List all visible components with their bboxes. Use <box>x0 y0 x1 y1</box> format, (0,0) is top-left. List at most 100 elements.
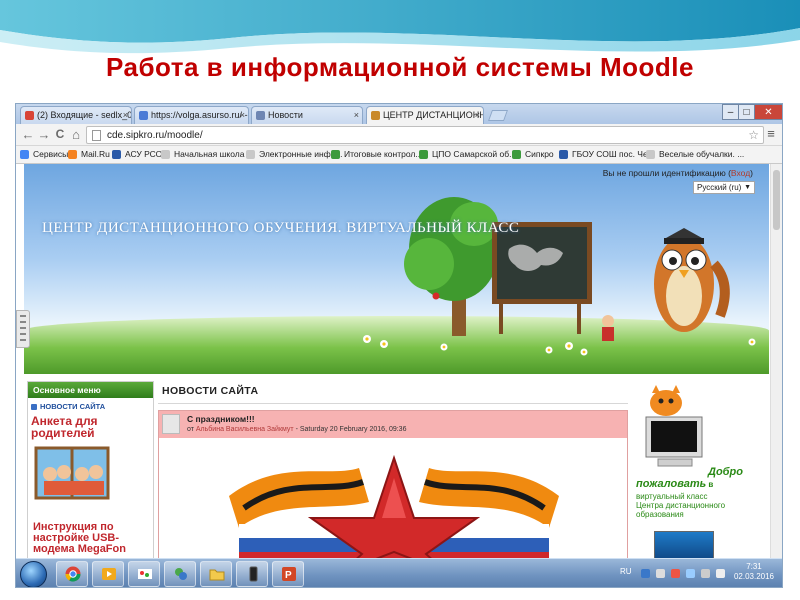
site-news-section: НОВОСТИ САЙТА С праздником!!! от Альбина… <box>158 381 628 558</box>
language-value: Русский (ru) <box>697 183 742 192</box>
new-tab-button[interactable] <box>487 110 509 121</box>
usb-modem-instruction-link[interactable]: Инструкция по настройке USB-модема MegaF… <box>30 522 150 555</box>
taskbar-messenger[interactable] <box>164 561 196 587</box>
welcome-block: Добро пожаловать в виртуальный класс Цен… <box>634 381 769 558</box>
browser-menu-button[interactable]: ≡ <box>764 127 778 143</box>
tray-arrow-icon[interactable] <box>656 569 665 578</box>
back-button[interactable]: ← <box>20 127 36 143</box>
page-icon <box>246 150 255 159</box>
tab-asurso[interactable]: https://volga.asurso.ru/ -- × <box>134 106 249 124</box>
bookmark-label: Веселые обучалки. ... <box>659 149 745 159</box>
flag-icon[interactable] <box>671 569 680 578</box>
post-meta-prefix: от <box>187 426 196 433</box>
tab-moodle-center[interactable]: ЦЕНТР ДИСТАНЦИОННОГ × <box>366 106 484 125</box>
reload-button[interactable]: C <box>52 127 68 143</box>
navigation-bar: ← → C ⌂ cde.sipkro.ru/moodle/ ☆ ≡ <box>16 124 782 146</box>
powerpoint-icon: P <box>282 567 296 581</box>
battery-icon[interactable] <box>701 569 710 578</box>
volume-icon[interactable] <box>716 569 725 578</box>
clock-time: 7:31 <box>746 562 762 571</box>
taskbar-phone[interactable] <box>236 561 268 587</box>
divider <box>158 403 628 404</box>
login-status-close: ) <box>750 168 753 178</box>
bookmark-star-icon[interactable]: ☆ <box>748 128 759 142</box>
taskbar-paint[interactable] <box>128 561 160 587</box>
start-button[interactable] <box>20 561 47 587</box>
login-status-text: Вы не прошли идентификацию ( <box>602 168 731 178</box>
welcome-description: виртуальный класс Центра дистанционного … <box>636 492 766 519</box>
asu-rso-icon <box>112 150 121 159</box>
post-meta: от Альбина Васильевна Зайкмут - Saturday… <box>187 426 406 433</box>
holiday-star-image <box>229 454 559 558</box>
bookmark-label: Сипкро <box>525 149 554 159</box>
bookmark-services[interactable]: Сервисы <box>20 149 68 159</box>
taskbar-chrome[interactable] <box>56 561 88 587</box>
chrome-icon <box>65 566 81 582</box>
scrollbar-thumb[interactable] <box>773 170 780 230</box>
bookmark-label: ЦПО Самарской об... <box>432 149 517 159</box>
bookmark-gbou-school[interactable]: ГБОУ СОШ пос. Че... <box>559 149 655 159</box>
minimize-button[interactable]: – <box>722 104 739 120</box>
bookmark-final-tests[interactable]: Итоговые контрол... <box>331 149 422 159</box>
bookmark-electronic-info[interactable]: Электронные инфо... <box>246 149 343 159</box>
close-tab-icon[interactable]: × <box>240 110 245 120</box>
monitor-image <box>654 531 714 558</box>
bookmark-primary-school[interactable]: Начальная школа <box>161 149 244 159</box>
child-figure <box>602 315 614 341</box>
bookmark-label: Начальная школа <box>174 149 245 159</box>
post-author-link[interactable]: Альбина Васильевна Зайкмут <box>196 426 294 433</box>
help-icon[interactable] <box>641 569 650 578</box>
site-news-link[interactable]: НОВОСТИ САЙТА <box>28 398 153 411</box>
bookmark-label: Итоговые контрол... <box>344 149 423 159</box>
cat-computer-illustration <box>645 385 703 467</box>
page-scrollbar[interactable] <box>770 164 782 558</box>
bookmark-sipkro[interactable]: Сипкро <box>512 149 554 159</box>
tab-label: Новости <box>268 110 303 120</box>
close-tab-icon[interactable]: × <box>475 110 480 120</box>
flowers-decoration <box>363 335 756 356</box>
bookmark-asu-rso[interactable]: АСУ РСО <box>112 149 162 159</box>
slide-title: Работа в информационной системы Moodle <box>106 52 694 82</box>
forward-button[interactable]: → <box>36 127 52 143</box>
close-tab-icon[interactable]: × <box>123 110 128 120</box>
input-language[interactable]: RU <box>620 567 632 576</box>
tab-label: (2) Входящие - sedlx_070 <box>37 110 132 120</box>
bookmark-cpo-samara[interactable]: ЦПО Самарской об... <box>419 149 516 159</box>
tree-crown-part <box>404 238 454 290</box>
system-clock[interactable]: 7:31 02.03.2016 <box>734 562 774 582</box>
bookmarks-bar: Сервисы Mail.Ru АСУ РСО Начальная школа … <box>16 146 782 164</box>
bookmark-label: Сервисы <box>33 149 69 159</box>
close-window-button[interactable]: ✕ <box>754 104 782 120</box>
close-tab-icon[interactable]: × <box>354 110 359 120</box>
network-icon[interactable] <box>686 569 695 578</box>
bookmark-mailru[interactable]: Mail.Ru <box>68 149 110 159</box>
presentation-slide: Работа в информационной системы Moodle (… <box>0 0 800 600</box>
sidebar-toggle-handle[interactable] <box>16 310 30 348</box>
news-heading: НОВОСТИ САЙТА <box>162 385 259 397</box>
parent-survey-link[interactable]: Анкета для родителей <box>28 411 153 439</box>
maximize-button[interactable]: □ <box>738 104 755 120</box>
home-button[interactable]: ⌂ <box>68 127 84 143</box>
welcome-word: пожаловать <box>636 478 707 490</box>
post-subject: С праздником!!! <box>187 414 255 424</box>
chalkboard <box>492 222 592 334</box>
post-date: - Saturday 20 February 2016, 09:36 <box>293 426 407 433</box>
bookmark-fun-learning[interactable]: Веселые обучалки. ... <box>646 149 744 159</box>
tab-label: ЦЕНТР ДИСТАНЦИОННОГ <box>383 110 483 120</box>
page-icon <box>646 150 655 159</box>
tab-news[interactable]: Новости × <box>251 106 363 124</box>
language-select[interactable]: Русский (ru) ▼ <box>693 181 755 194</box>
avatar[interactable] <box>162 414 180 434</box>
address-bar[interactable]: cde.sipkro.ru/moodle/ ☆ <box>86 126 764 144</box>
banner-illustration <box>363 197 756 356</box>
tab-mail-inbox[interactable]: (2) Входящие - sedlx_070 × <box>20 106 132 124</box>
login-link[interactable]: Вход <box>731 168 750 178</box>
window-children-illustration <box>34 446 110 500</box>
taskbar-media-player[interactable] <box>92 561 124 587</box>
taskbar-powerpoint[interactable]: P <box>272 561 304 587</box>
site-news-label: НОВОСТИ САЙТА <box>40 402 106 411</box>
taskbar-explorer[interactable] <box>200 561 232 587</box>
mail-icon <box>25 111 34 120</box>
site-icon <box>512 150 521 159</box>
tab-label: https://volga.asurso.ru/ -- <box>151 110 249 120</box>
